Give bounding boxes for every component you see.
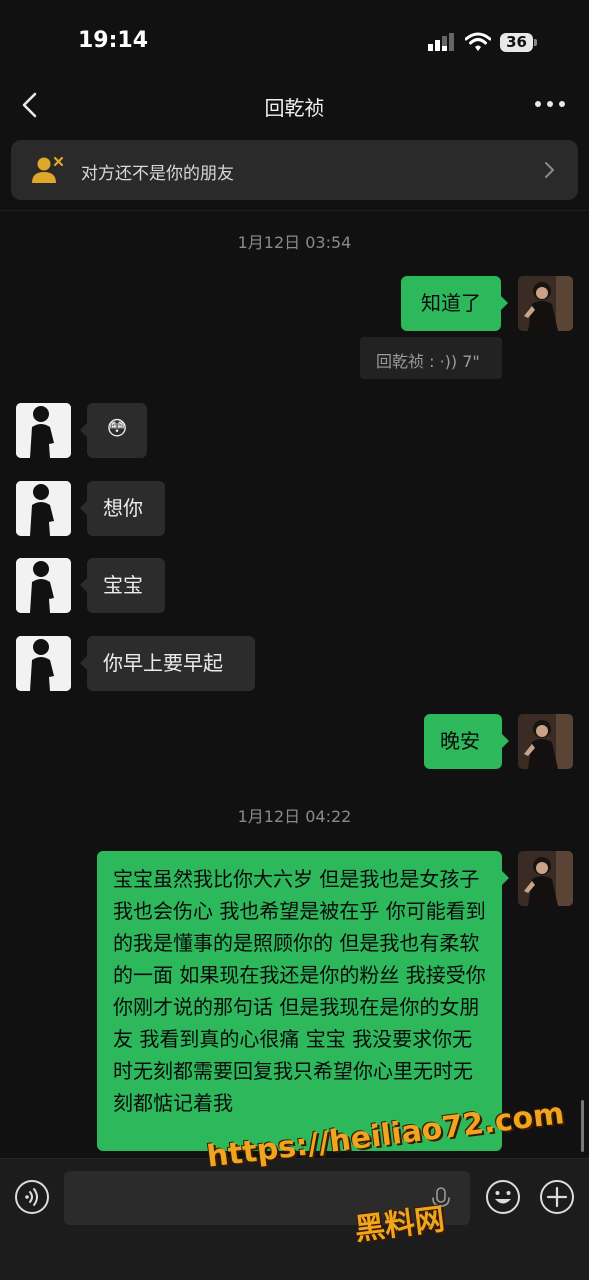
- message-bubble-incoming[interactable]: 😳: [80, 403, 147, 458]
- plus-icon[interactable]: [539, 1179, 575, 1215]
- not-friend-notice[interactable]: 对方还不是你的朋友: [11, 140, 578, 200]
- scrollbar[interactable]: [581, 1100, 584, 1152]
- voice-transcript-note[interactable]: 回乾祯 : ·)) 7": [360, 337, 502, 379]
- status-bar: 19:14 36: [0, 0, 589, 80]
- avatar-self-image: [518, 276, 573, 331]
- avatar-contact-image: [16, 636, 71, 691]
- status-time: 19:14: [78, 28, 149, 53]
- avatar-self[interactable]: [518, 851, 573, 906]
- divider: [0, 210, 589, 211]
- battery-icon: 36: [500, 32, 537, 52]
- avatar-contact[interactable]: [16, 481, 71, 536]
- avatar-contact[interactable]: [16, 558, 71, 613]
- status-icons: 36: [428, 32, 537, 52]
- signal-icon: [428, 33, 455, 51]
- chevron-right-icon: [545, 162, 555, 178]
- battery-level: 36: [500, 32, 533, 52]
- message-bubble-outgoing[interactable]: 晚安: [424, 714, 509, 769]
- avatar-contact-image: [16, 558, 71, 613]
- message-bubble-outgoing[interactable]: 宝宝虽然我比你大六岁 但是我也是女孩子 我也会伤心 我也希望是被在乎 你可能看到…: [97, 851, 509, 1151]
- avatar-contact-image: [16, 481, 71, 536]
- emoji-icon[interactable]: [485, 1179, 521, 1215]
- avatar-contact[interactable]: [16, 403, 71, 458]
- chat-header: 回乾祯: [0, 80, 589, 132]
- avatar-self[interactable]: [518, 276, 573, 331]
- avatar-self-image: [518, 714, 573, 769]
- timestamp: 1月12日 04:22: [237, 807, 352, 826]
- add-friend-icon: [32, 156, 64, 183]
- message-bubble-incoming[interactable]: 宝宝: [80, 558, 165, 613]
- message-bubble-outgoing[interactable]: 知道了: [401, 276, 508, 331]
- more-options-icon[interactable]: [533, 94, 567, 114]
- timestamp: 1月12日 03:54: [237, 233, 352, 252]
- avatar-self-image: [518, 851, 573, 906]
- message-bubble-incoming[interactable]: 你早上要早起: [80, 636, 255, 691]
- voice-input-icon[interactable]: [14, 1179, 50, 1215]
- input-bar: [0, 1158, 589, 1280]
- avatar-self[interactable]: [518, 714, 573, 769]
- message-bubble-incoming[interactable]: 想你: [80, 481, 165, 536]
- avatar-contact-image: [16, 403, 71, 458]
- chat-title: 回乾祯: [264, 96, 325, 120]
- wifi-icon: [465, 32, 492, 51]
- notice-text: 对方还不是你的朋友: [81, 164, 234, 184]
- avatar-contact[interactable]: [16, 636, 71, 691]
